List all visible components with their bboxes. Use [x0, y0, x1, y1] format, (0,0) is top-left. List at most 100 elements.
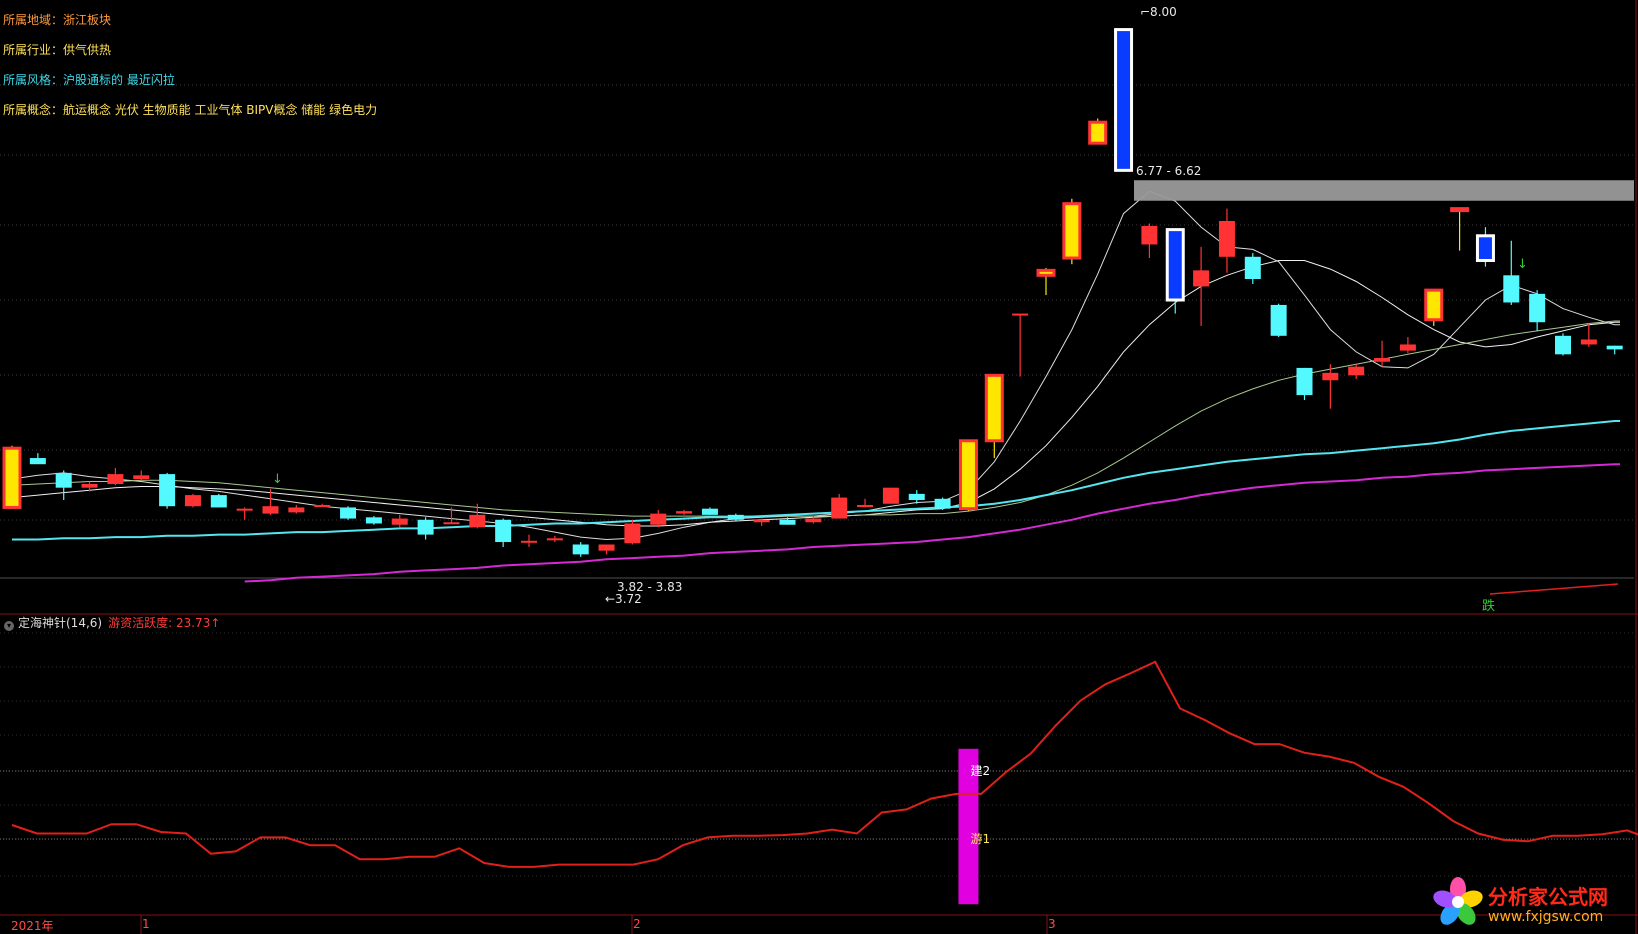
- candle-body: [572, 544, 589, 555]
- info-value-industry: 供气供热: [63, 43, 112, 57]
- x-axis-label-month-1: 1: [142, 917, 150, 931]
- candle-body: [469, 514, 486, 528]
- candle-body: [1374, 358, 1391, 362]
- candle-body: [1062, 202, 1082, 260]
- candle: [159, 472, 176, 509]
- candle-body: [340, 507, 357, 519]
- candle-body: [1114, 28, 1134, 172]
- candle-body: [753, 519, 770, 523]
- candle-body: [1450, 207, 1470, 213]
- x-axis-label-year: 2021年: [11, 919, 54, 933]
- low-price-label: ←3.72: [605, 592, 642, 606]
- candle-body: [882, 487, 899, 504]
- candle-body: [1580, 339, 1597, 345]
- down-arrow-marker: ↓: [1517, 257, 1528, 272]
- logo-title: 分析家公式网: [1488, 885, 1608, 909]
- info-value-concept: 航运概念 光伏 生物质能 工业气体 BIPV概念 储能 绿色电力: [63, 103, 378, 117]
- candle-body: [495, 519, 512, 543]
- candle-body: [443, 522, 460, 525]
- indicator-name: 定海神针(14,6): [18, 616, 103, 630]
- candle-body: [365, 517, 382, 524]
- candle-body: [727, 514, 744, 520]
- candle-body: [831, 497, 848, 519]
- candle: [624, 519, 641, 545]
- candle: [2, 445, 22, 509]
- candle: [1088, 118, 1108, 145]
- info-line-concept: 所属概念：航运概念 光伏 生物质能 工业气体 BIPV概念 储能 绿色电力: [3, 101, 377, 118]
- indicator-value: 游资活跃度: 23.73↑: [108, 616, 220, 630]
- candle-body: [1165, 228, 1185, 302]
- candle-body: [288, 507, 305, 513]
- candle: [340, 506, 357, 520]
- candle-body: [81, 483, 98, 488]
- candle-body: [984, 373, 1004, 443]
- candle-body: [1322, 372, 1339, 381]
- candle-body: [1012, 313, 1029, 316]
- indicator-current-value: 23.73: [175, 616, 211, 630]
- high-price-label: ⌐8.00: [1140, 5, 1177, 19]
- candle-body: [1399, 344, 1416, 351]
- info-line-style: 所属风格：沪股通标的 最近闪拉: [3, 71, 175, 88]
- info-label-style: 所属风格：: [3, 73, 64, 87]
- candle-body: [107, 474, 124, 484]
- candle-body: [159, 474, 176, 507]
- fall-marker: 跌: [1482, 598, 1495, 614]
- info-label-industry: 所属行业：: [3, 43, 64, 57]
- info-line-region: 所属地域：浙江板块: [3, 11, 111, 28]
- candle-body: [908, 493, 925, 501]
- candle-body: [1296, 367, 1313, 396]
- candle-body: [184, 495, 201, 507]
- resistance-band: [1134, 180, 1634, 201]
- candle-body: [521, 540, 537, 543]
- candle-body: [546, 538, 563, 541]
- candle-body: [391, 518, 408, 525]
- candle: [1165, 228, 1185, 314]
- indicator-header: ▾ 定海神针(14,6) 游资活跃度: 23.73↑: [4, 614, 220, 631]
- candle-body: [701, 508, 718, 515]
- candle-body: [1348, 366, 1365, 376]
- candle: [934, 497, 951, 510]
- candle: [1270, 303, 1287, 338]
- candle-body: [314, 504, 331, 507]
- candle: [1555, 333, 1571, 356]
- candle-body: [210, 495, 227, 508]
- candle-body: [1475, 234, 1495, 262]
- candle: [210, 493, 227, 508]
- x-axis-label-month-2: 2: [633, 917, 641, 931]
- candle: [1062, 198, 1082, 265]
- candle-body: [779, 519, 796, 525]
- level-label-1: 游1: [970, 832, 990, 846]
- candle-body: [29, 458, 46, 465]
- candle-body: [262, 506, 279, 514]
- candle-body: [1529, 293, 1546, 323]
- up-arrow-icon: ↑: [210, 616, 221, 630]
- candle-body: [624, 523, 641, 544]
- range-high-label: 6.77 - 6.62: [1136, 164, 1201, 178]
- x-axis-label-month-3: 3: [1048, 917, 1056, 931]
- candle-body: [958, 439, 978, 511]
- candle-body: [857, 504, 874, 507]
- info-label-concept: 所属概念：: [3, 103, 64, 117]
- chart-stage: 建2游1 6.77 - 6.62⌐8.003.82 - 3.83←3.72↓↓跌: [0, 0, 1638, 934]
- candle: [184, 493, 201, 508]
- candle-body: [934, 498, 951, 509]
- candle-body: [1036, 268, 1056, 277]
- level-label-2: 建2: [970, 764, 990, 778]
- candle-body: [598, 544, 615, 551]
- candle: [1424, 288, 1444, 326]
- candle-body: [1218, 220, 1235, 257]
- candle-body: [676, 511, 693, 514]
- info-line-industry: 所属行业：供气供热: [3, 41, 111, 58]
- candle: [831, 493, 848, 519]
- collapse-chevron-icon[interactable]: ▾: [4, 621, 14, 631]
- candle-body: [1270, 304, 1287, 336]
- candle-body: [1193, 270, 1210, 287]
- candle-body: [1503, 275, 1520, 303]
- candle-body: [1606, 345, 1623, 350]
- candle: [882, 487, 899, 504]
- candle: [365, 516, 382, 525]
- info-value-region: 浙江板块: [63, 13, 112, 27]
- indicator-series-label: 游资活跃度:: [108, 616, 173, 630]
- candle-body: [1244, 256, 1261, 280]
- candle-body: [2, 446, 22, 509]
